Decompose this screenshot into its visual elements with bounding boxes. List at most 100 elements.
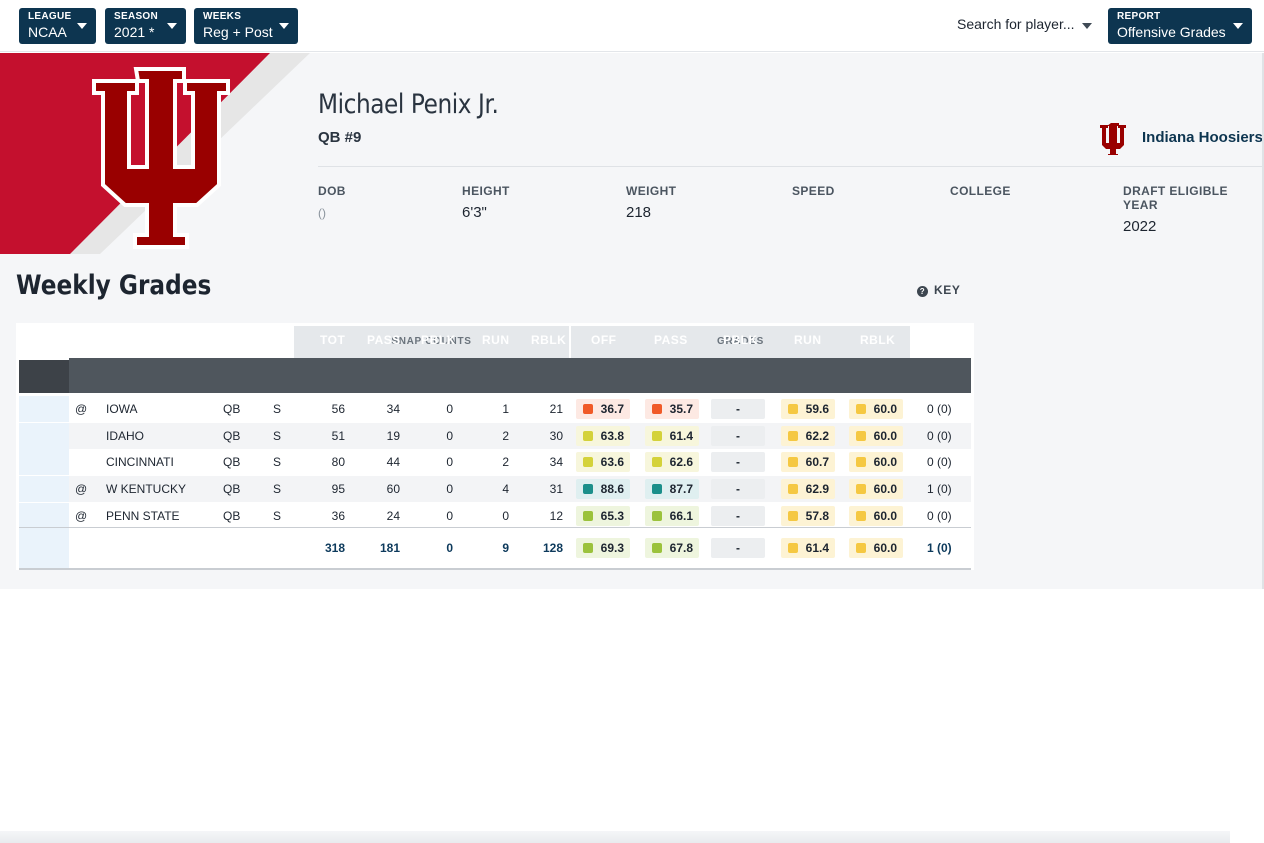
- table-row[interactable]: 3CINCINNATIQBS8044023463.662.6-60.760.00…: [19, 449, 971, 475]
- grade-color-swatch: [788, 457, 798, 467]
- col-at[interactable]: @: [74, 323, 86, 358]
- table-row[interactable]: 1@IOWAQBS5634012136.735.7-59.660.00 (0): [19, 396, 971, 422]
- grade-off: 63.6: [576, 452, 630, 472]
- cell-team[interactable]: CINCINNATI: [106, 449, 216, 475]
- cell-pen: 0 (0): [927, 429, 952, 443]
- col-grade-rblk[interactable]: RBLK: [860, 323, 895, 358]
- grades-table: SNAP COUNTS GRADES WEEK @ TEAM POS S TOT…: [16, 323, 974, 570]
- grade-color-swatch: [856, 457, 866, 467]
- cell-s: S: [273, 429, 282, 443]
- grade-rblk: 60.0: [849, 426, 903, 446]
- totals-divider: [19, 527, 971, 528]
- cell-pos: QB: [223, 482, 241, 496]
- player-name: Michael Penix Jr.: [318, 89, 499, 120]
- chevron-down-icon: [77, 23, 87, 29]
- cell-snap-run: 2: [502, 429, 509, 443]
- grade-color-swatch: [583, 484, 593, 494]
- cell-at: [75, 423, 89, 449]
- grade-pass: 67.8: [645, 538, 699, 558]
- season-filter-dropdown[interactable]: SEASON 2021 *: [105, 8, 186, 44]
- grade-color-swatch: [583, 511, 593, 521]
- cell-snap-pblk: 0: [446, 455, 453, 469]
- attr-label: DRAFT ELIGIBLE YEAR: [1123, 184, 1228, 212]
- cell-team[interactable]: PENN STATE: [106, 503, 216, 529]
- grade-color-swatch: [652, 511, 662, 521]
- cell-team[interactable]: IDAHO: [106, 423, 216, 449]
- cell-snap-tot: 95: [331, 482, 345, 496]
- grade-value: 87.7: [669, 482, 693, 496]
- grade-pblk: -: [711, 399, 765, 419]
- cell-snap-rblk: 21: [549, 402, 563, 416]
- cell-snap-run: 0: [502, 509, 509, 523]
- attr-value: 2022: [1123, 218, 1157, 235]
- grade-value: 69.3: [600, 541, 624, 555]
- totals-row: 318 181 0 9 128 69.3 67.8 - 61.4 60.0 1 (0): [19, 535, 971, 561]
- grade-color-swatch: [788, 511, 798, 521]
- col-snap-rblk[interactable]: RBLK: [531, 323, 566, 358]
- cell-pos: QB: [223, 429, 241, 443]
- cell-snap-run: 9: [502, 541, 509, 555]
- col-snap-pblk[interactable]: PBLK: [421, 323, 456, 358]
- help-icon: ?: [917, 286, 928, 297]
- team-banner: [0, 53, 320, 254]
- col-pos[interactable]: POS: [220, 323, 247, 358]
- col-s[interactable]: S: [272, 323, 281, 358]
- grade-color-swatch: [856, 431, 866, 441]
- cell-at: @: [75, 402, 88, 416]
- cell-snap-rblk: 128: [542, 541, 563, 555]
- col-team[interactable]: TEAM: [105, 323, 141, 358]
- col-grade-pblk[interactable]: PBLK: [723, 323, 758, 358]
- table-row[interactable]: 5@PENN STATEQBS3624001265.366.1-57.860.0…: [19, 503, 971, 529]
- grade-color-swatch: [583, 404, 593, 414]
- cell-snap-pass: 44: [386, 455, 400, 469]
- cell-team[interactable]: W KENTUCKY: [106, 476, 216, 502]
- attr-dob: DOB (): [318, 184, 346, 220]
- grade-pass: 87.7: [645, 479, 699, 499]
- season-filter-label: SEASON: [114, 11, 159, 22]
- table-row[interactable]: 4@W KENTUCKYQBS9560043188.687.7-62.960.0…: [19, 476, 971, 502]
- grade-value: 60.0: [873, 541, 897, 555]
- grade-color-swatch: [856, 404, 866, 414]
- cell-snap-rblk: 31: [549, 482, 563, 496]
- search-dropdown-caret-icon[interactable]: [1082, 23, 1092, 29]
- col-snap-pass[interactable]: PASS: [367, 323, 401, 358]
- grade-run: 57.8: [781, 506, 835, 526]
- report-dropdown[interactable]: REPORT Offensive Grades: [1108, 8, 1252, 44]
- col-grade-off[interactable]: OFF: [591, 323, 617, 358]
- grade-value: 63.6: [600, 455, 624, 469]
- attr-draft-year: DRAFT ELIGIBLE YEAR 2022: [1123, 184, 1264, 235]
- player-search-input[interactable]: Search for player...: [957, 16, 1075, 32]
- col-week[interactable]: WEEK: [27, 323, 65, 358]
- grade-rblk: 60.0: [849, 479, 903, 499]
- cell-snap-pass: 24: [386, 509, 400, 523]
- grade-run: 62.2: [781, 426, 835, 446]
- weeks-filter-dropdown[interactable]: WEEKS Reg + Post: [194, 8, 298, 44]
- col-pen[interactable]: PEN: [927, 323, 953, 358]
- cell-pos: QB: [223, 509, 241, 523]
- cell-s: S: [273, 402, 282, 416]
- cell-snap-tot: 318: [324, 541, 345, 555]
- grade-off: 65.3: [576, 506, 630, 526]
- team-link[interactable]: Indiana Hoosiers: [1100, 121, 1264, 155]
- col-snap-run[interactable]: RUN: [482, 323, 510, 358]
- key-button[interactable]: ? KEY: [917, 283, 960, 297]
- league-filter-dropdown[interactable]: LEAGUE NCAA: [19, 8, 96, 44]
- league-filter-label: LEAGUE: [28, 11, 72, 22]
- col-grade-pass[interactable]: PASS: [654, 323, 688, 358]
- grade-value: 88.6: [600, 482, 624, 496]
- cell-snap-pblk: 0: [446, 541, 453, 555]
- col-snap-tot[interactable]: TOT: [320, 323, 345, 358]
- bottom-shadow: [0, 831, 1230, 843]
- col-grade-run[interactable]: RUN: [794, 323, 822, 358]
- cell-snap-tot: 36: [331, 509, 345, 523]
- cell-team[interactable]: IOWA: [106, 396, 216, 422]
- cell-snap-rblk: 34: [549, 455, 563, 469]
- grade-value: 60.0: [873, 455, 897, 469]
- grade-color-swatch: [856, 484, 866, 494]
- attr-college: COLLEGE: [950, 184, 1011, 204]
- cell-snap-pass: 34: [386, 402, 400, 416]
- report-value: Offensive Grades: [1117, 24, 1226, 40]
- cell-snap-rblk: 30: [549, 429, 563, 443]
- table-row[interactable]: 2IDAHOQBS5119023063.861.4-62.260.00 (0): [19, 423, 971, 449]
- grade-rblk: 60.0: [849, 538, 903, 558]
